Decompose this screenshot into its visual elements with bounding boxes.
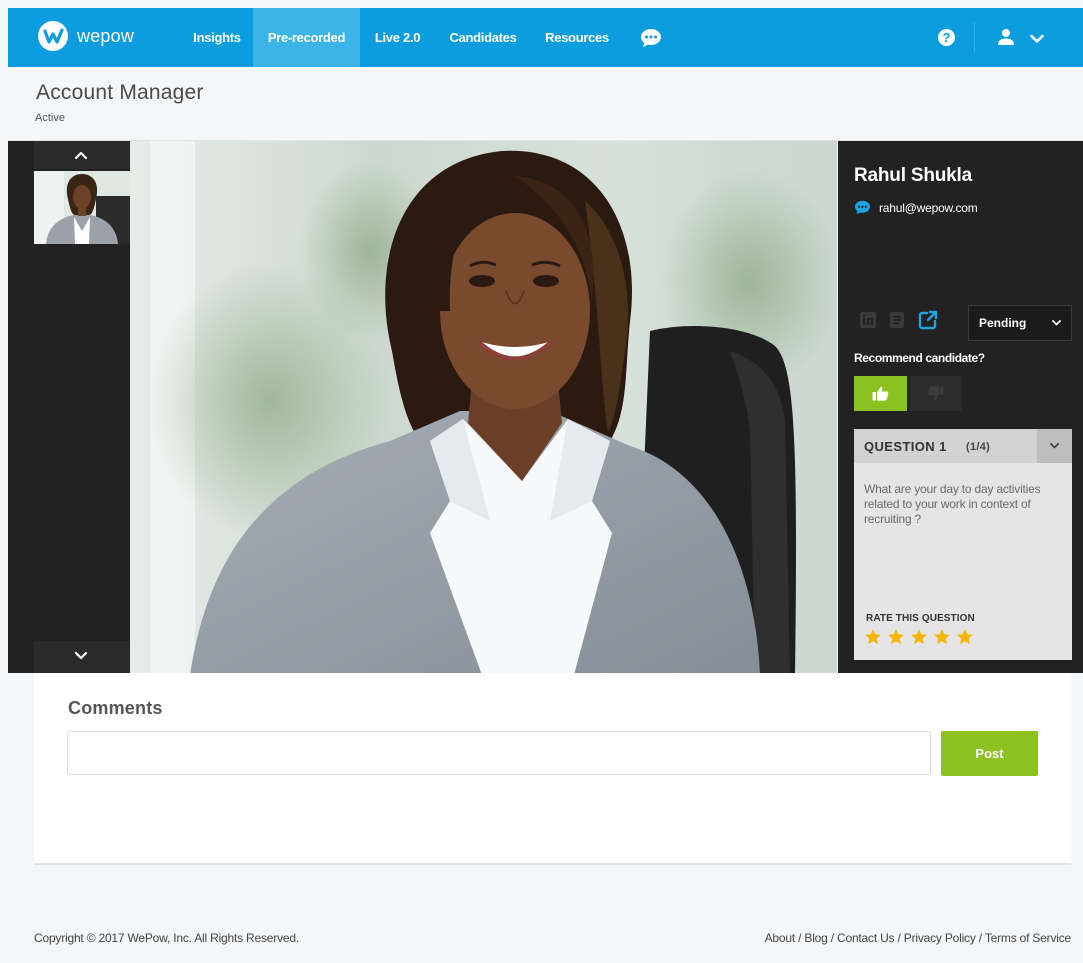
brand-logo[interactable]: wepow — [38, 21, 134, 51]
window-top-edge — [0, 0, 1083, 8]
question-header[interactable]: QUESTION 1 (1/4) — [854, 429, 1072, 463]
brand-name: wepow — [77, 25, 135, 46]
page-header: Account Manager Active — [8, 67, 1083, 141]
star-icon[interactable] — [910, 628, 928, 646]
footer-copyright: Copyright © 2017 WePow, Inc. All Rights … — [34, 931, 299, 945]
recommend-no-button[interactable] — [909, 376, 962, 411]
help-icon[interactable]: ? — [938, 29, 955, 46]
top-navbar: wepow Insights Pre-recorded Live 2.0 Can… — [8, 8, 1083, 67]
status-select-value: Pending — [979, 316, 1027, 330]
star-rating[interactable] — [864, 628, 979, 646]
candidate-name: Rahul Shukla — [854, 165, 972, 186]
chat-icon — [855, 200, 870, 215]
scroll-down-button[interactable] — [34, 641, 130, 673]
thumbs-up-icon — [872, 386, 889, 401]
candidate-panel: Rahul Shukla rahul@wepow.com Pending Rec… — [838, 141, 1083, 673]
linkedin-icon[interactable] — [860, 312, 876, 333]
comments-heading: Comments — [68, 698, 163, 718]
chevron-down-icon — [1052, 320, 1061, 326]
page-title: Account Manager — [36, 81, 204, 104]
star-icon[interactable] — [933, 628, 951, 646]
question-toggle-button[interactable] — [1037, 429, 1072, 463]
nav-live[interactable]: Live 2.0 — [369, 8, 426, 67]
chevron-down-icon — [1050, 443, 1059, 449]
comment-input[interactable] — [67, 731, 931, 775]
question-title: QUESTION 1 — [864, 439, 947, 454]
nav-divider — [974, 22, 975, 52]
thumbnail-strip — [8, 141, 130, 673]
nav-resources[interactable]: Resources — [543, 8, 611, 67]
resume-icon[interactable] — [890, 312, 904, 333]
page-status: Active — [35, 112, 65, 124]
logo-icon — [38, 21, 68, 51]
thumbs-down-icon — [927, 386, 944, 401]
footer-links[interactable]: About / Blog / Contact Us / Privacy Poli… — [765, 931, 1072, 945]
star-icon[interactable] — [956, 628, 974, 646]
question-count: (1/4) — [966, 441, 991, 453]
chevron-up-icon — [74, 151, 88, 160]
recommend-yes-button[interactable] — [854, 376, 907, 411]
nav-insights[interactable]: Insights — [191, 8, 243, 67]
video-player[interactable] — [130, 141, 837, 675]
recommend-label: Recommend candidate? — [854, 351, 985, 365]
user-icon[interactable] — [997, 28, 1015, 51]
nav-pre-recorded[interactable]: Pre-recorded — [253, 8, 360, 67]
nav-candidates[interactable]: Candidates — [447, 8, 519, 67]
status-select[interactable]: Pending — [968, 305, 1072, 341]
chevron-down-icon[interactable] — [1030, 31, 1044, 49]
chevron-down-icon — [74, 651, 88, 660]
question-text: What are your day to day activities rela… — [864, 482, 1041, 526]
external-link-icon[interactable] — [918, 310, 938, 335]
chat-icon[interactable] — [640, 28, 662, 53]
video-thumbnail[interactable] — [34, 171, 130, 244]
candidate-email-row[interactable]: rahul@wepow.com — [854, 200, 978, 215]
scroll-up-button[interactable] — [34, 141, 130, 169]
question-card: QUESTION 1 (1/4) What are your day to da… — [854, 429, 1072, 660]
star-icon[interactable] — [887, 628, 905, 646]
post-button[interactable]: Post — [941, 731, 1038, 776]
star-icon[interactable] — [864, 628, 882, 646]
comments-section: Comments Post — [34, 673, 1071, 865]
candidate-email: rahul@wepow.com — [879, 200, 978, 215]
rate-question-label: RATE THIS QUESTION — [866, 613, 975, 624]
